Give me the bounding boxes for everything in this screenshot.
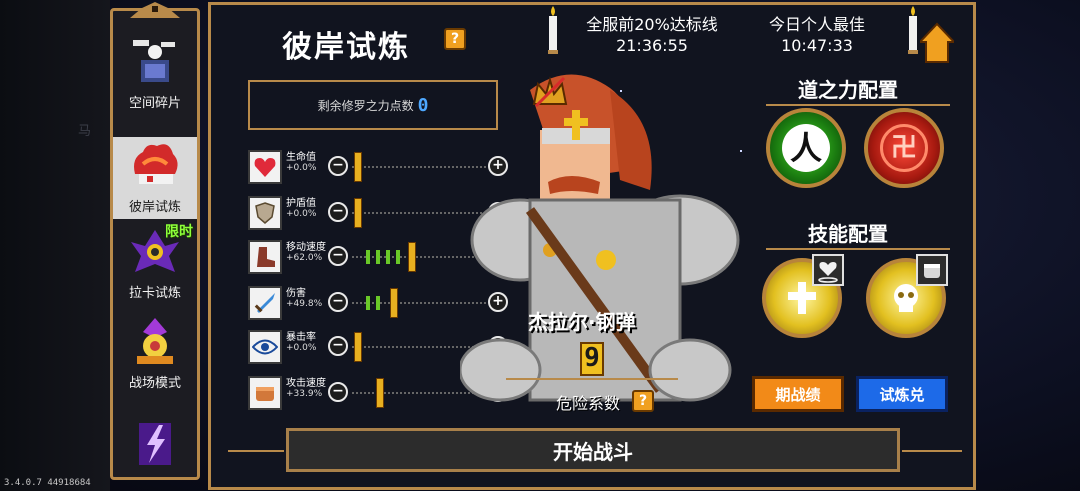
- danger-help-button[interactable]: ?: [632, 390, 654, 412]
- hero-name: 杰拉尔·钢弹: [528, 310, 636, 334]
- stat-name: 护盾值 +0.0%: [286, 198, 317, 219]
- ornament-divider: [506, 378, 678, 380]
- stat-slider-knob[interactable]: [354, 152, 362, 182]
- background-faded-text: 马: [78, 124, 92, 139]
- remaining-points-value: 0: [417, 94, 429, 116]
- ornament-divider: [766, 104, 950, 106]
- shield-icon: [248, 196, 282, 230]
- version-label: 3.4.0.7 44918684: [4, 478, 91, 488]
- danger-level-label: 危险系数: [556, 394, 621, 413]
- sword-icon: [248, 286, 282, 320]
- level-pip: [386, 250, 390, 264]
- sidebar-item-space-fragments[interactable]: 空间碎片: [113, 33, 197, 115]
- stat-slider-knob[interactable]: [354, 198, 362, 228]
- stat-decrease-button[interactable]: −: [328, 202, 348, 222]
- power-config-title: 道之力配置: [798, 78, 898, 102]
- stat-slider-knob[interactable]: [408, 242, 416, 272]
- power-slot-green[interactable]: 人: [766, 108, 846, 188]
- sidebar-item-label: 战场模式: [128, 376, 181, 391]
- personal-best-block: 今日个人最佳 10:47:33: [752, 14, 882, 56]
- sidebar-item-far-shore-trial[interactable]: 彼岸试炼: [113, 137, 197, 219]
- power-slot-red[interactable]: 卍: [864, 108, 944, 188]
- stat-name: 生命值 +0.0%: [286, 152, 317, 173]
- limited-time-badge: 限时: [165, 224, 193, 240]
- personal-best-label: 今日个人最佳: [768, 15, 865, 34]
- leaderboard-board: 全服前20%达标线 21:36:55 今日个人最佳 10:47:33: [537, 4, 950, 62]
- sidebar-item-battlefield-mode[interactable]: 战场模式: [113, 313, 197, 395]
- crown-icon: [532, 76, 568, 108]
- remaining-points-label: 剩余修罗之力点数: [317, 98, 414, 113]
- level-pip: [376, 250, 380, 264]
- stat-percent: +62.0%: [286, 253, 323, 263]
- level-pip: [366, 296, 370, 310]
- lightning-icon: [139, 423, 171, 465]
- level-pip: [376, 296, 380, 310]
- ornament-divider: [228, 450, 284, 452]
- level-pip: [366, 250, 370, 264]
- title-help-button[interactable]: ?: [444, 28, 466, 50]
- stat-percent: +0.0%: [286, 343, 317, 353]
- ornament-divider: [766, 248, 950, 250]
- eye-icon: [248, 330, 282, 364]
- personal-best-time: 10:47:33: [781, 36, 853, 55]
- stat-name: 攻击速度 +33.9%: [286, 378, 326, 399]
- hero-portrait: [460, 74, 740, 402]
- boot-icon: [248, 240, 282, 274]
- sidebar-item-label: 拉卡试炼: [128, 286, 181, 301]
- skill-config-title: 技能配置: [808, 222, 888, 246]
- exit-arrow-icon[interactable]: [920, 22, 954, 64]
- sidebar-crest-ornament: [130, 2, 180, 18]
- stat-name: 暴击率 +0.0%: [286, 332, 317, 353]
- danger-level-value: 9: [580, 342, 604, 376]
- space-fragment-icon: [133, 40, 175, 82]
- global-threshold-time: 21:36:55: [616, 36, 688, 55]
- start-battle-button[interactable]: 开始战斗: [286, 428, 900, 472]
- stat-percent: +0.0%: [286, 209, 317, 219]
- stat-percent: +33.9%: [286, 389, 323, 399]
- stat-decrease-button[interactable]: −: [328, 292, 348, 312]
- sidebar-item-label: 空间碎片: [128, 96, 181, 111]
- sidebar-item-label: 彼岸试炼: [128, 200, 181, 215]
- ornament-divider: [902, 450, 962, 452]
- mode-sidebar: 空间碎片 彼岸试炼 拉卡试炼 限时 战场模式: [110, 8, 200, 480]
- power-glyph: 卍: [880, 124, 928, 172]
- background-left-panel: [0, 0, 110, 491]
- stat-percent: +49.8%: [286, 299, 323, 309]
- page-title: 彼岸试炼: [282, 30, 410, 65]
- heart-icon: [248, 150, 282, 184]
- stat-decrease-button[interactable]: −: [328, 336, 348, 356]
- power-glyph: 人: [782, 124, 830, 172]
- global-threshold-label: 全服前20%达标线: [586, 15, 718, 34]
- heart-halo-icon: [812, 254, 844, 286]
- fist-skill-icon: [916, 254, 948, 286]
- stat-name: 移动速度 +62.0%: [286, 242, 326, 263]
- stat-slider-knob[interactable]: [390, 288, 398, 318]
- stat-name: 伤害 +49.8%: [286, 288, 323, 309]
- stat-decrease-button[interactable]: −: [328, 246, 348, 266]
- stat-slider-knob[interactable]: [376, 378, 384, 408]
- stat-slider-knob[interactable]: [354, 332, 362, 362]
- stat-decrease-button[interactable]: −: [328, 156, 348, 176]
- stat-percent: +0.0%: [286, 163, 317, 173]
- game-screen: { "left_faded": "马", "version": "3.4.0.7…: [0, 0, 1080, 491]
- sidebar-item-lightning-mode[interactable]: [113, 403, 197, 473]
- fist-icon: [248, 376, 282, 410]
- level-pip: [396, 250, 400, 264]
- period-record-button[interactable]: 期战绩: [752, 376, 844, 412]
- stat-decrease-button[interactable]: −: [328, 382, 348, 402]
- trial-redeem-button[interactable]: 试炼兑: [856, 376, 948, 412]
- battlefield-mode-icon: [137, 318, 173, 364]
- far-shore-trial-icon: [134, 144, 178, 184]
- sidebar-item-raka-trial[interactable]: 拉卡试炼 限时: [113, 223, 197, 305]
- global-threshold-block: 全服前20%达标线 21:36:55: [567, 14, 737, 56]
